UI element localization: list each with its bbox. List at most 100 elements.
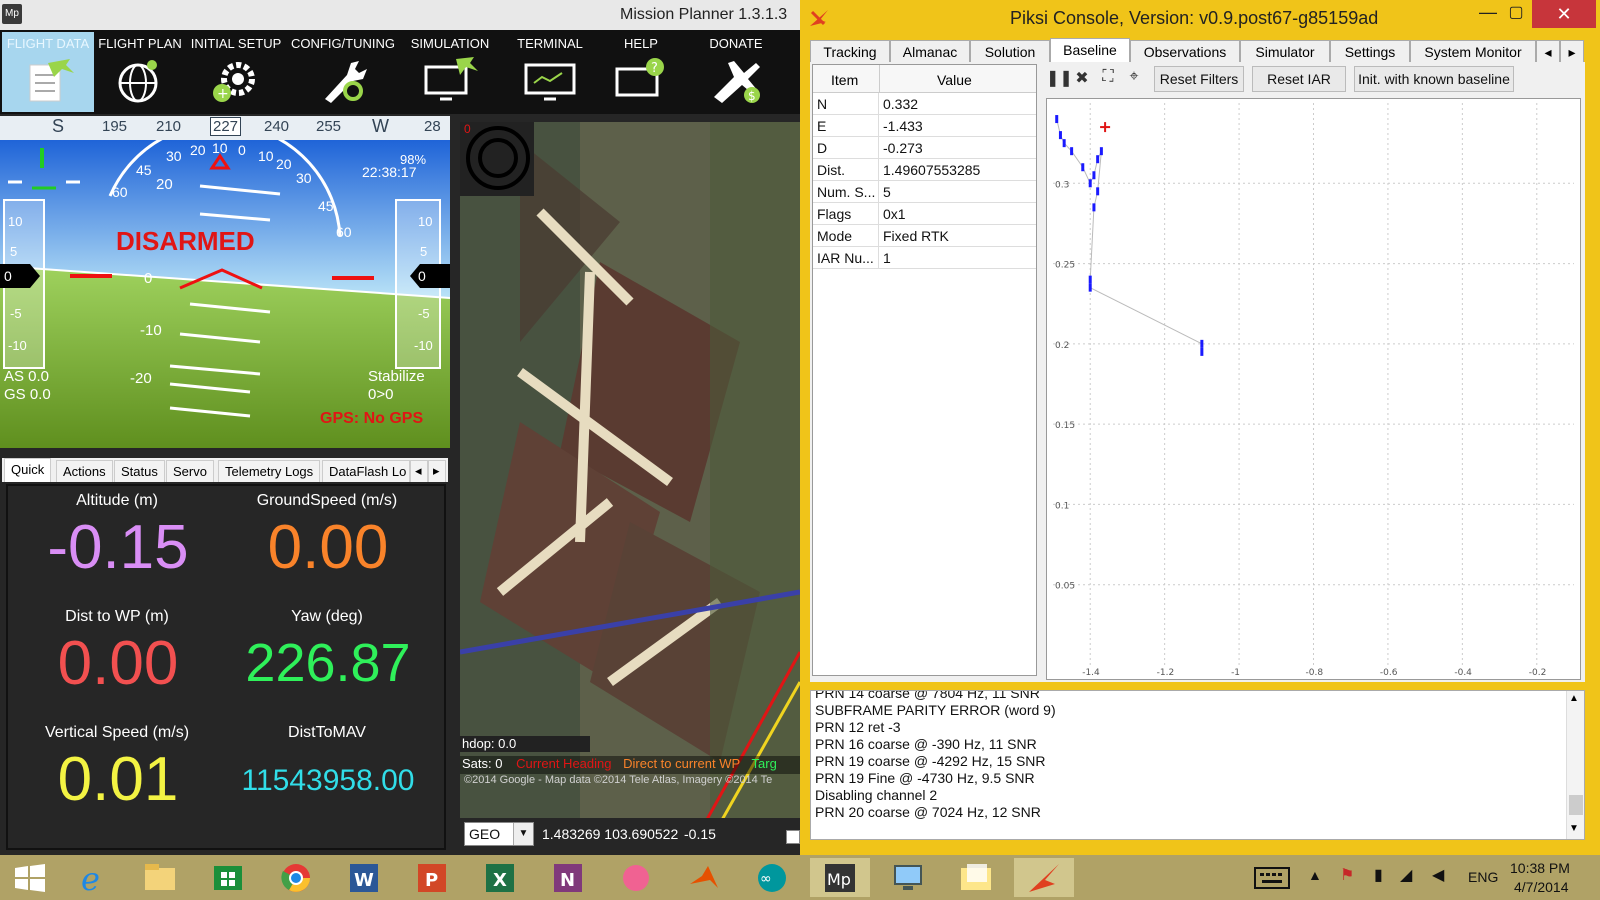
taskbar-folder[interactable]	[946, 858, 1006, 897]
data-point	[1088, 179, 1092, 188]
data-point	[1200, 339, 1204, 348]
toolbar-flight-data-button[interactable]: FLIGHT DATA	[2, 32, 94, 112]
tab-dataflash-logs[interactable]: DataFlash Lo	[322, 460, 410, 482]
gear-plus-icon: +	[213, 62, 255, 102]
speed-tape-label: -10	[8, 338, 27, 353]
toolbar-flight-plan-button[interactable]: FLIGHT PLAN	[96, 32, 184, 112]
minimize-icon[interactable]: —	[1476, 2, 1500, 26]
chevron-down-icon: ▼	[513, 823, 533, 845]
reset-filters-button[interactable]: Reset Filters	[1154, 66, 1244, 92]
compass-label: 195	[102, 118, 128, 135]
close-icon[interactable]: ✕	[1532, 0, 1596, 28]
taskbar-clock-date[interactable]: 4/7/2014	[1514, 879, 1569, 895]
table-row[interactable]: Num. S... 5	[813, 181, 1036, 203]
baseline-plot[interactable]: -1.4 -1.2 -1 -0.8 -0.6 -0.4 -0.2 0.3 0.25 0.2 0.15…	[1046, 98, 1581, 680]
taskbar-onenote[interactable]: N	[538, 858, 598, 897]
tab-system-monitor[interactable]: System Monitor	[1410, 40, 1536, 62]
init-known-baseline-button[interactable]: Init. with known baseline	[1354, 66, 1514, 92]
tab-scroll-left-icon[interactable]: ◂	[410, 460, 428, 482]
network-icon[interactable]: ◢	[1400, 865, 1412, 885]
tab-status[interactable]: Status	[114, 460, 165, 482]
row-value: 0x1	[883, 206, 906, 222]
clear-icon[interactable]: ✖	[1072, 68, 1092, 90]
taskbar-word[interactable]: W	[334, 858, 394, 897]
tab-observations[interactable]: Observations	[1130, 40, 1240, 62]
maximize-icon[interactable]: ▢	[1504, 2, 1528, 26]
coord-mode-select[interactable]: GEO ▼	[464, 822, 534, 846]
toolbar-donate-button[interactable]: DONATE $	[686, 32, 786, 112]
satellite-map[interactable]: 0 hdop: 0.0 Sats: 0 Current Heading Dire…	[460, 122, 800, 850]
toolbar-initial-setup-button[interactable]: INITIAL SETUP +	[188, 32, 284, 112]
log-scrollbar[interactable]: ▲ ▼	[1566, 691, 1584, 839]
windows-logo-icon	[15, 864, 45, 892]
tab-servo[interactable]: Servo	[166, 460, 214, 482]
tab-scroll-left-icon[interactable]: ◂	[1536, 40, 1560, 62]
table-row[interactable]: IAR Nu... 1	[813, 247, 1036, 269]
tab-simulator[interactable]: Simulator	[1240, 40, 1330, 62]
action-center-icon[interactable]: ⚑	[1340, 865, 1354, 885]
data-point	[1088, 283, 1092, 292]
monitor-plane-icon	[424, 57, 478, 101]
tab-almanac[interactable]: Almanac	[890, 40, 970, 62]
language-indicator[interactable]: ENG	[1468, 869, 1498, 885]
taskbar-store[interactable]	[198, 858, 258, 897]
groundspeed-readout: GS 0.0	[4, 386, 51, 403]
console-log[interactable]: PRN 14 coarse @ 7804 Hz, 11 SNR SUBFRAME…	[810, 690, 1585, 840]
taskbar-matlab[interactable]	[674, 858, 734, 897]
data-point	[1092, 203, 1096, 212]
taskbar-app-9[interactable]	[606, 858, 666, 897]
taskbar-file-explorer[interactable]	[130, 858, 190, 897]
pause-icon[interactable]: ❚❚	[1046, 68, 1073, 90]
scroll-thumb[interactable]	[1569, 795, 1583, 815]
tray-chevron-up-icon[interactable]: ▲	[1308, 867, 1322, 883]
crosshair-icon[interactable]: ⌖	[1124, 68, 1144, 90]
zoom-dial[interactable]: 0	[460, 122, 534, 196]
chevron-up-icon[interactable]: ▲	[1569, 693, 1579, 704]
table-row[interactable]: N 0.332	[813, 93, 1036, 115]
toolbar-simulation-button[interactable]: SIMULATION	[400, 32, 500, 112]
tab-baseline[interactable]: Baseline	[1050, 38, 1130, 62]
taskbar-piksi-console[interactable]	[1014, 858, 1074, 897]
taskbar-clock-time[interactable]: 10:38 PM	[1510, 860, 1570, 876]
keyboard-icon[interactable]	[1254, 867, 1290, 889]
table-row[interactable]: E -1.433	[813, 115, 1036, 137]
taskbar-excel[interactable]: X	[470, 858, 530, 897]
quick-value-vertical-speed: 0.01	[57, 745, 179, 814]
tab-telemetry-logs[interactable]: Telemetry Logs	[218, 460, 321, 482]
piksi-logo-icon	[810, 10, 828, 26]
tab-actions[interactable]: Actions	[56, 460, 113, 482]
toolbar-terminal-button[interactable]: TERMINAL	[504, 32, 596, 112]
tab-solution[interactable]: Solution	[970, 40, 1050, 62]
table-row[interactable]: Mode Fixed RTK	[813, 225, 1036, 247]
row-key: N	[817, 96, 828, 112]
volume-icon[interactable]: ◀	[1432, 865, 1444, 885]
table-row[interactable]: Dist. 1.49607553285	[813, 159, 1036, 181]
hdop-readout: hdop: 0.0	[460, 736, 590, 752]
tab-scroll-right-icon[interactable]: ▸	[428, 460, 446, 482]
table-row[interactable]: Flags 0x1	[813, 203, 1036, 225]
taskbar-mission-planner[interactable]: Mp	[810, 858, 870, 897]
tab-scroll-right-icon[interactable]: ▸	[1560, 40, 1584, 62]
toolbar-config-tuning-button[interactable]: CONFIG/TUNING	[288, 32, 398, 112]
taskbar-arduino[interactable]: ∞	[742, 858, 802, 897]
map-checkbox[interactable]	[786, 830, 800, 844]
taskbar-chrome[interactable]	[266, 858, 326, 897]
tab-settings[interactable]: Settings	[1330, 40, 1410, 62]
taskbar-powerpoint[interactable]: P	[402, 858, 462, 897]
data-point	[1055, 115, 1059, 124]
taskbar-remote-desktop[interactable]	[878, 858, 938, 897]
battery-icon[interactable]: ▮	[1374, 865, 1383, 885]
reset-iar-button[interactable]: Reset IAR	[1252, 66, 1346, 92]
mp-titlebar: Mp Mission Planner 1.3.1.3	[0, 0, 800, 30]
x-tick-label: -0.4	[1454, 668, 1472, 678]
taskbar-internet-explorer[interactable]: e	[64, 858, 124, 898]
toolbar-help-button[interactable]: HELP ?	[598, 32, 684, 112]
fullscreen-icon[interactable]: ⛶	[1098, 68, 1118, 90]
tab-tracking[interactable]: Tracking	[810, 40, 890, 62]
tab-quick[interactable]: Quick	[4, 458, 52, 482]
chevron-down-icon[interactable]: ▼	[1569, 823, 1579, 834]
log-line: Disabling channel 2	[815, 787, 938, 803]
table-row[interactable]: D -0.273	[813, 137, 1036, 159]
onenote-icon: N	[554, 864, 582, 892]
start-button[interactable]	[0, 858, 60, 897]
